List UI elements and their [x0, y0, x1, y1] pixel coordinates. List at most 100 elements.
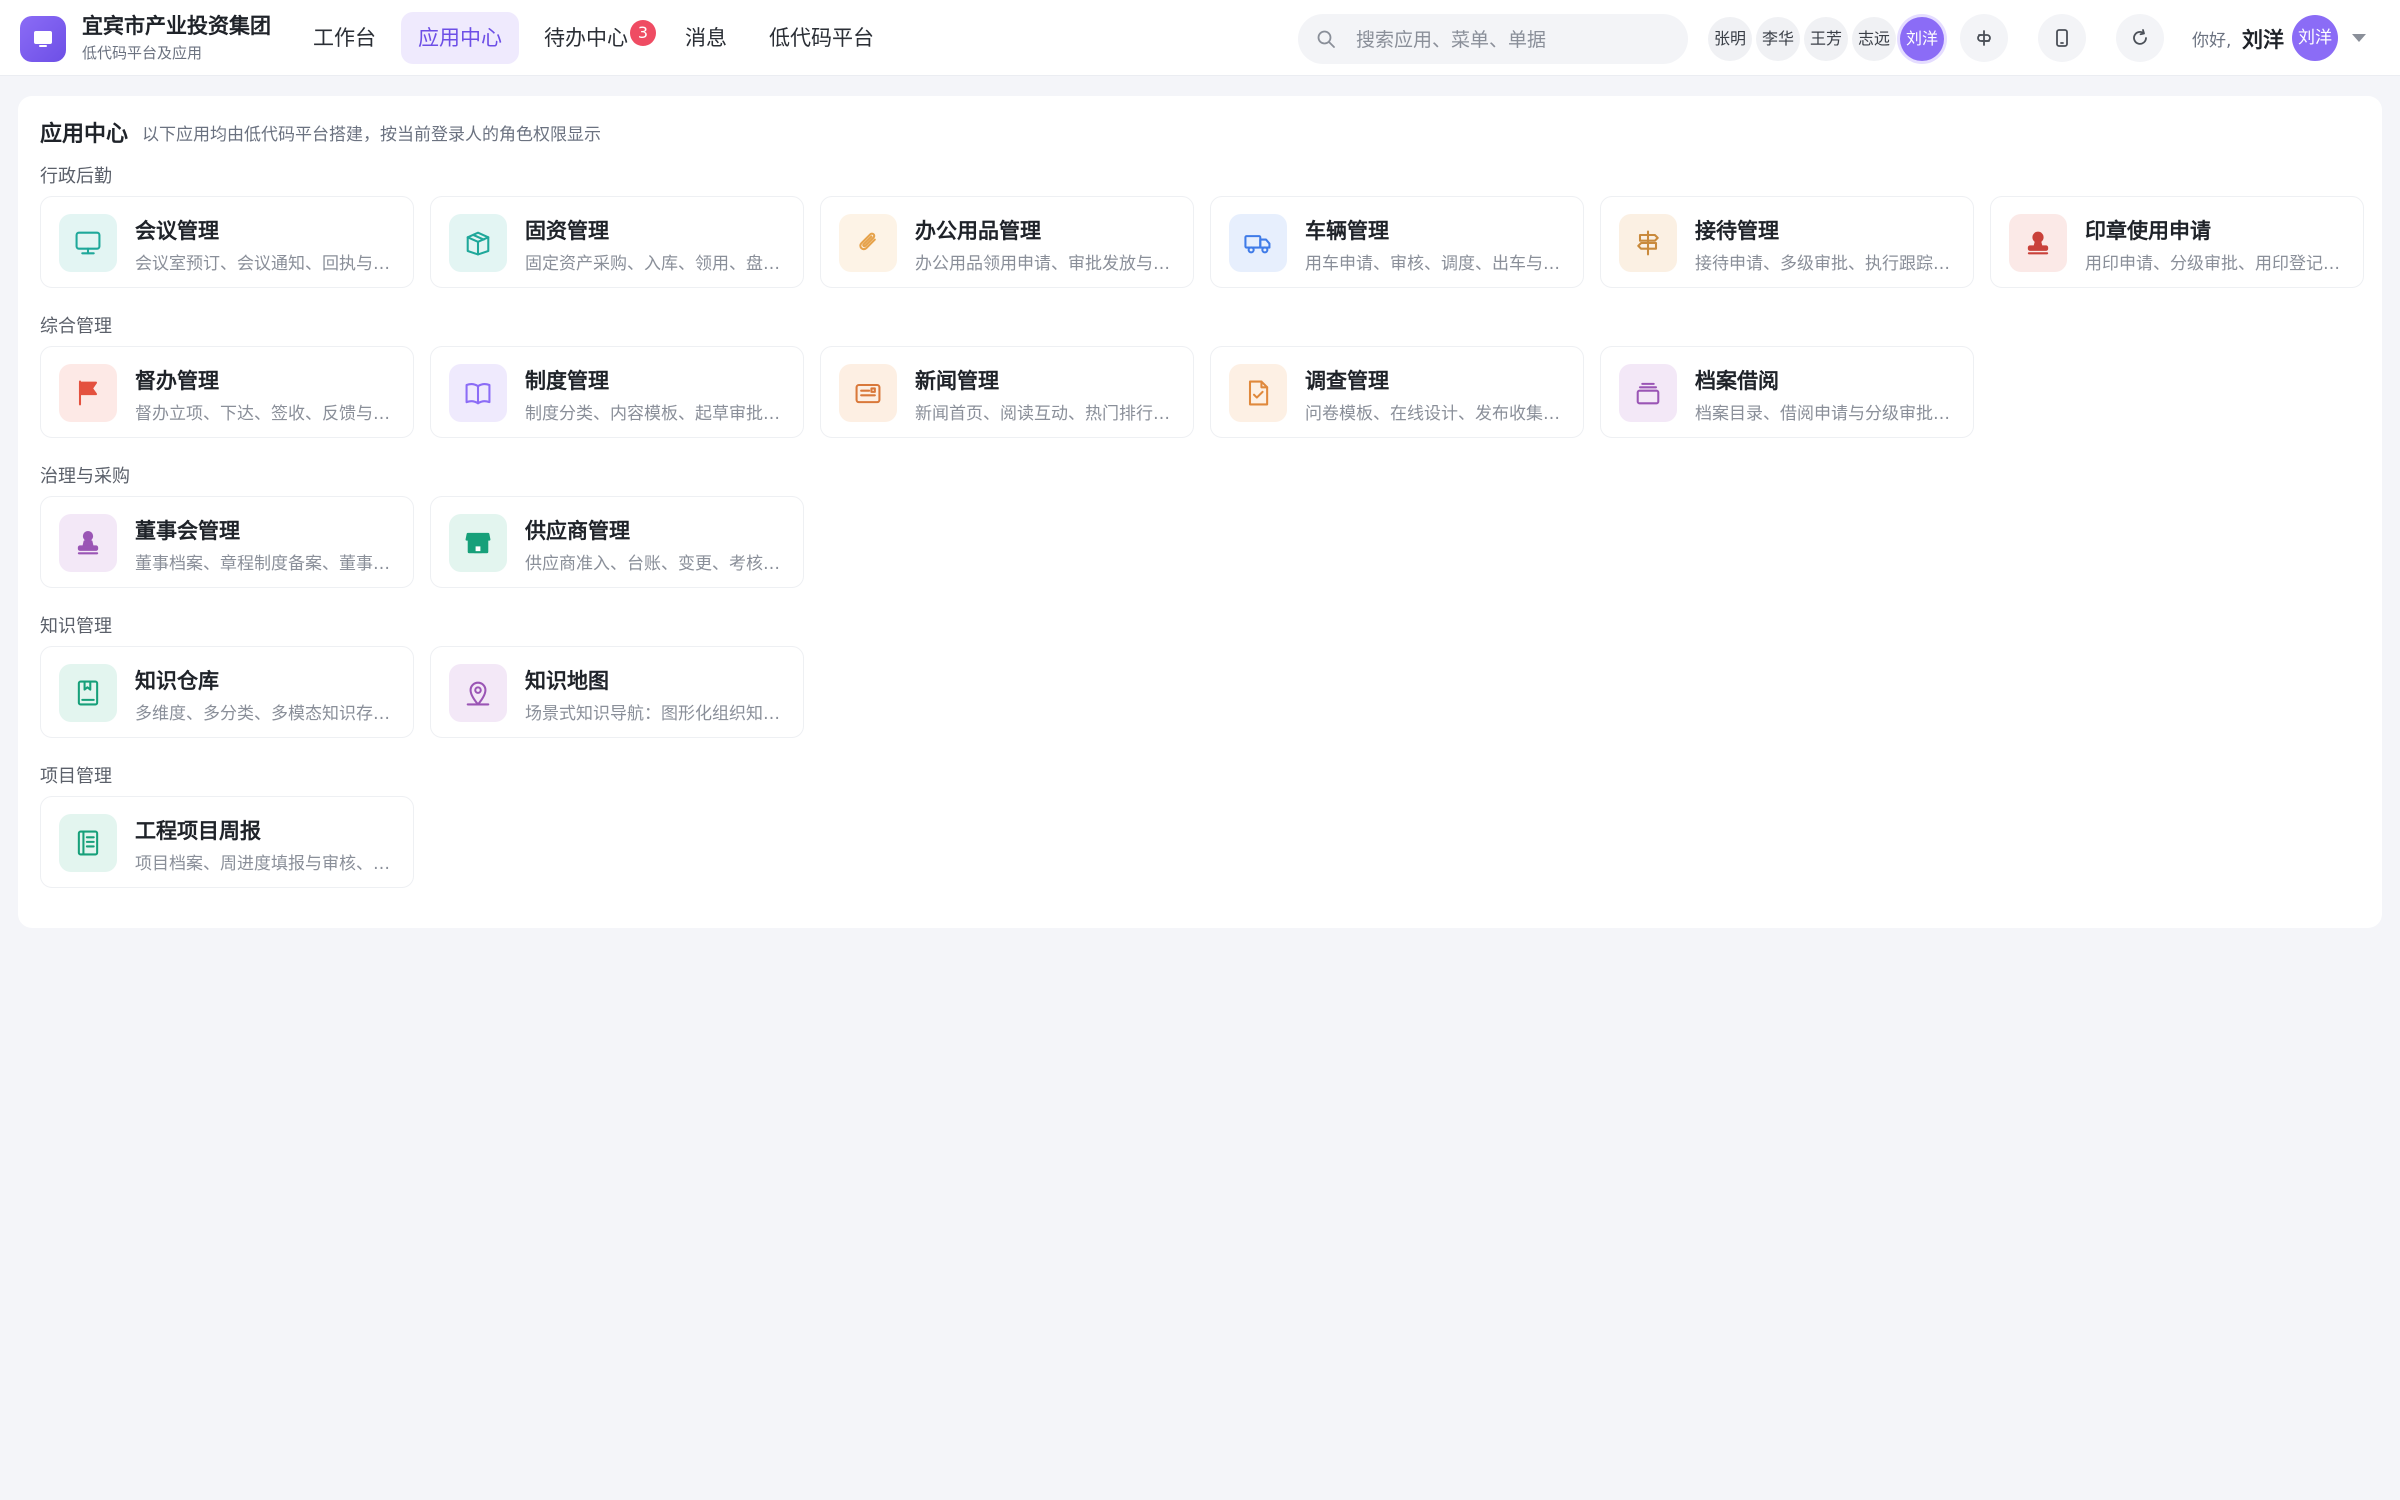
- user-chip[interactable]: 李华: [1756, 17, 1800, 61]
- nav-todo-center-label: 待办中心: [544, 26, 628, 50]
- app-card-description: 办公用品领用申请、审批发放与库存管理: [915, 254, 1177, 274]
- nav-app-center[interactable]: 应用中心: [401, 12, 519, 64]
- user-chip[interactable]: 王芳: [1804, 17, 1848, 61]
- app-card-description: 督办立项、下达、签收、反馈与办结评价: [135, 404, 397, 424]
- search-box: [1298, 14, 1688, 66]
- app-grid: 会议管理会议室预订、会议通知、回执与会议纪要固资管理固定资产采购、入库、领用、盘…: [40, 196, 2364, 288]
- app-card[interactable]: 制度管理制度分类、内容模板、起草审批与发布: [430, 346, 804, 438]
- app-icon-tile: [59, 364, 117, 422]
- refresh-button[interactable]: [2116, 14, 2164, 62]
- user-chip-current[interactable]: 刘洋: [1900, 17, 1944, 61]
- app-card-description: 会议室预订、会议通知、回执与会议纪要: [135, 254, 397, 274]
- user-chip[interactable]: 张明: [1708, 17, 1752, 61]
- app-card-description: 问卷模板、在线设计、发布收集与统计分析: [1305, 404, 1567, 424]
- mobile-icon: [2056, 29, 2068, 47]
- app-grid: 知识仓库多维度、多分类、多模态知识存储与检索知识地图场景式知识导航：图形化组织知…: [40, 646, 804, 738]
- layers-icon: [1636, 382, 1660, 405]
- brand-subtitle: 低代码平台及应用: [82, 44, 203, 62]
- app-card-title: 办公用品管理: [915, 219, 1041, 243]
- user-chip[interactable]: 志远: [1852, 17, 1896, 61]
- app-icon-tile: [1619, 214, 1677, 272]
- book-open-icon: [465, 382, 491, 405]
- app-card[interactable]: 督办管理督办立项、下达、签收、反馈与办结评价: [40, 346, 414, 438]
- app-icon-tile: [449, 664, 507, 722]
- app-card[interactable]: 接待管理接待申请、多级审批、执行跟踪与费用结算: [1600, 196, 1974, 288]
- chevron-down-icon[interactable]: [2352, 34, 2366, 42]
- map-pin-icon: [466, 681, 490, 706]
- app-card-description: 接待申请、多级审批、执行跟踪与费用结算: [1695, 254, 1957, 274]
- store-icon: [465, 532, 491, 554]
- monitor-logo-icon: [34, 31, 52, 47]
- bookmark-book-icon: [77, 680, 99, 706]
- nav-workbench[interactable]: 工作台: [296, 12, 393, 64]
- current-user-name: 刘洋: [2242, 28, 2284, 52]
- app-card[interactable]: 供应商管理供应商准入、台账、变更、考核与黑名单: [430, 496, 804, 588]
- app-card[interactable]: 调查管理问卷模板、在线设计、发布收集与统计分析: [1210, 346, 1584, 438]
- app-card-title: 会议管理: [135, 219, 219, 243]
- app-card-title: 督办管理: [135, 369, 219, 393]
- app-icon-tile: [1619, 364, 1677, 422]
- app-card-title: 供应商管理: [525, 519, 630, 543]
- avatar[interactable]: 刘洋: [2292, 15, 2338, 61]
- search-icon: [1317, 30, 1335, 48]
- app-card-title: 固资管理: [525, 219, 609, 243]
- app-card-description: 多维度、多分类、多模态知识存储与检索: [135, 704, 397, 724]
- truck-icon: [1244, 235, 1271, 254]
- app-card[interactable]: 办公用品管理办公用品领用申请、审批发放与库存管理: [820, 196, 1194, 288]
- todo-count-badge: 3: [630, 20, 656, 46]
- nav-workbench-label: 工作台: [313, 26, 376, 50]
- app-card[interactable]: 印章使用申请用印申请、分级审批、用印登记与归档: [1990, 196, 2364, 288]
- app-card-title: 调查管理: [1305, 369, 1389, 393]
- main-nav: 工作台 应用中心 待办中心 3 消息 低代码平台: [296, 12, 891, 64]
- app-card[interactable]: 董事会管理董事档案、章程制度备案、董事会议管理: [40, 496, 414, 588]
- paperclip-icon: [859, 232, 876, 251]
- mobile-button[interactable]: [2038, 14, 2086, 62]
- notebook-icon: [77, 830, 99, 856]
- app-logo[interactable]: [20, 16, 66, 62]
- app-card-description: 档案目录、借阅申请与分级审批、归还登记: [1695, 404, 1957, 424]
- app-card[interactable]: 会议管理会议室预订、会议通知、回执与会议纪要: [40, 196, 414, 288]
- app-card-description: 用印申请、分级审批、用印登记与归档: [2085, 254, 2347, 274]
- app-card-title: 档案借阅: [1695, 369, 1779, 393]
- nav-app-center-label: 应用中心: [418, 26, 502, 50]
- search-input[interactable]: [1354, 14, 1678, 66]
- app-card[interactable]: 工程项目周报项目档案、周进度填报与审核、汇总分析: [40, 796, 414, 888]
- app-card-title: 制度管理: [525, 369, 609, 393]
- nav-todo-center[interactable]: 待办中心 3: [527, 12, 660, 64]
- app-card[interactable]: 固资管理固定资产采购、入库、领用、盘点与报废: [430, 196, 804, 288]
- nav-lowcode-platform-label: 低代码平台: [769, 26, 874, 50]
- app-card[interactable]: 车辆管理用车申请、审核、调度、出车与费用登记: [1210, 196, 1584, 288]
- newspaper-icon: [855, 383, 881, 404]
- app-card[interactable]: 新闻管理新闻首页、阅读互动、热门排行与发布审核: [820, 346, 1194, 438]
- refresh-icon: [2133, 29, 2147, 45]
- app-icon-tile: [839, 214, 897, 272]
- user-switcher: 张明 李华 王芳 志远 刘洋: [1708, 17, 1944, 61]
- app-card-description: 项目档案、周进度填报与审核、汇总分析: [135, 854, 397, 874]
- app-card-title: 知识仓库: [135, 669, 219, 693]
- app-card[interactable]: 知识地图场景式知识导航：图形化组织知识与关联: [430, 646, 804, 738]
- sync-button[interactable]: [1960, 14, 2008, 62]
- app-card-description: 董事档案、章程制度备案、董事会议管理: [135, 554, 397, 574]
- app-icon-tile: [1229, 214, 1287, 272]
- person-stamp-icon: [77, 531, 99, 555]
- app-card[interactable]: 档案借阅档案目录、借阅申请与分级审批、归还登记: [1600, 346, 1974, 438]
- app-card-description: 制度分类、内容模板、起草审批与发布: [525, 404, 787, 424]
- nav-lowcode-platform[interactable]: 低代码平台: [752, 12, 891, 64]
- section-title: 治理与采购: [40, 466, 130, 487]
- nav-messages-label: 消息: [685, 26, 727, 50]
- app-card-title: 印章使用申请: [2085, 219, 2211, 243]
- box-icon: [466, 231, 490, 256]
- app-card[interactable]: 知识仓库多维度、多分类、多模态知识存储与检索: [40, 646, 414, 738]
- app-icon-tile: [59, 664, 117, 722]
- app-icon-tile: [1229, 364, 1287, 422]
- section-title: 知识管理: [40, 616, 112, 637]
- section-title: 行政后勤: [40, 166, 112, 187]
- app-grid: 工程项目周报项目档案、周进度填报与审核、汇总分析: [40, 796, 414, 888]
- app-card-description: 场景式知识导航：图形化组织知识与关联: [525, 704, 787, 724]
- brand-name: 宜宾市产业投资集团: [82, 14, 271, 38]
- app-icon-tile: [449, 364, 507, 422]
- page-description: 以下应用均由低代码平台搭建，按当前登录人的角色权限显示: [142, 125, 601, 145]
- app-card-title: 接待管理: [1695, 219, 1779, 243]
- nav-messages[interactable]: 消息: [668, 12, 744, 64]
- app-card-title: 知识地图: [525, 669, 609, 693]
